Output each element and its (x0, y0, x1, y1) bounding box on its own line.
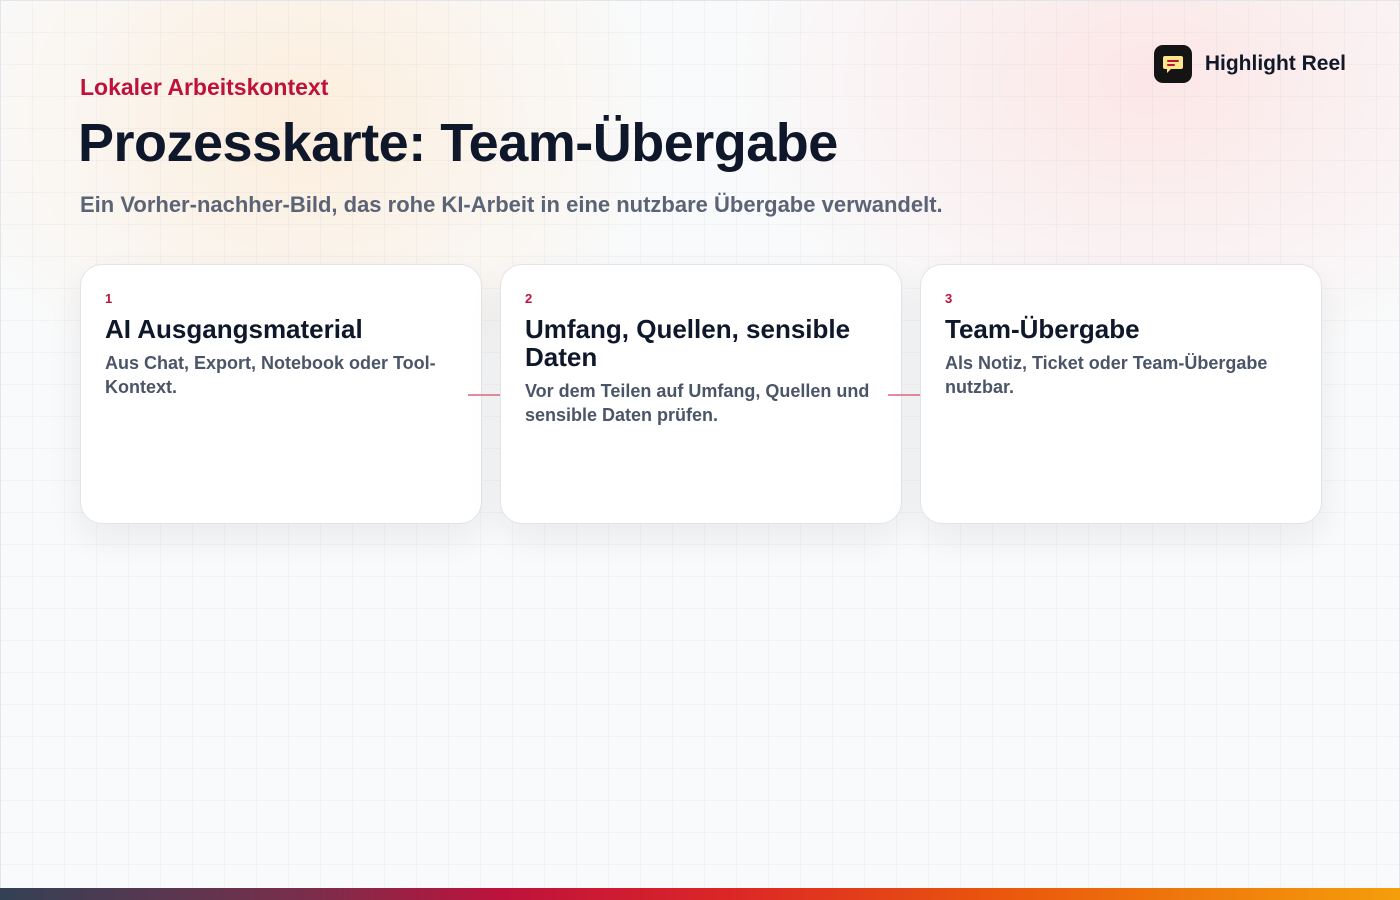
step-number: 3 (945, 291, 953, 306)
step-card-2: 2 Umfang, Quellen, sensible Daten Vor de… (500, 264, 902, 524)
step-description: Aus Chat, Export, Notebook oder Tool-Kon… (105, 353, 436, 397)
connector-line (468, 394, 500, 396)
bottom-gradient-bar (0, 888, 1400, 900)
step-description: Als Notiz, Ticket oder Team-Übergabe nut… (945, 353, 1268, 397)
brand: Highlight Reel (1153, 45, 1346, 83)
step-title: AI Ausgangsmaterial (105, 314, 363, 344)
page-title: Prozesskarte: Team-Übergabe (78, 113, 838, 173)
step-title: Team-Übergabe (945, 314, 1140, 344)
speech-bubble-icon (1153, 45, 1192, 83)
page-subtitle: Ein Vorher-nachher-Bild, das rohe KI-Arb… (80, 192, 943, 217)
step-card-3: 3 Team-Übergabe Als Notiz, Ticket oder T… (920, 264, 1322, 524)
kicker: Lokaler Arbeitskontext (80, 74, 329, 100)
step-title: Umfang, Quellen, sensible Daten (525, 314, 851, 372)
brand-name: Highlight Reel (1204, 52, 1346, 75)
step-description: Vor dem Teilen auf Umfang, Quellen und s… (525, 381, 870, 425)
step-number: 2 (525, 291, 533, 306)
connector-line (888, 394, 920, 396)
step-number: 1 (105, 291, 113, 306)
step-card-1: 1 AI Ausgangsmaterial Aus Chat, Export, … (80, 264, 482, 524)
